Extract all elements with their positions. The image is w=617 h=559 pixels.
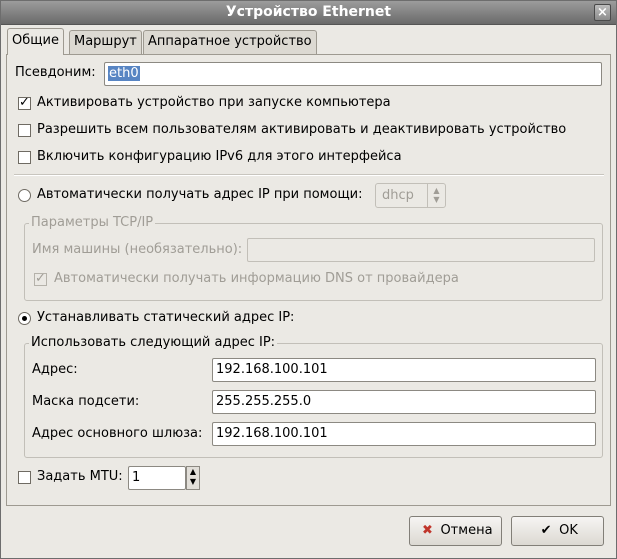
auto-ip-method-select[interactable]: dhcp ▲ ▼ (375, 183, 446, 208)
close-icon[interactable]: × (594, 4, 611, 21)
subnet-mask-input[interactable]: 255.255.255.0 (212, 390, 596, 414)
separator (14, 174, 604, 176)
address-value: 192.168.100.101 (216, 362, 328, 377)
tcp-ip-group (24, 223, 603, 301)
static-ip-group-title: Использовать следующий адрес IP: (29, 335, 278, 350)
allow-all-users-checkbox[interactable] (18, 124, 31, 137)
tab-hardware-device-label: Аппаратное устройство (148, 34, 312, 49)
cancel-button-label: Отмена (440, 523, 493, 538)
title-bar[interactable]: Устройство Ethernet × (1, 1, 616, 25)
allow-all-users-label[interactable]: Разрешить всем пользователям активироват… (37, 122, 566, 137)
tcp-ip-group-title: Параметры TCP/IP (29, 215, 156, 230)
tab-route-label: Маршрут (74, 34, 137, 49)
hostname-input[interactable] (247, 238, 595, 262)
activate-on-boot-label[interactable]: Активировать устройство при запуске комп… (37, 95, 391, 110)
mtu-spin-buttons[interactable]: ▲ ▼ (186, 466, 200, 490)
set-mtu-checkbox[interactable] (18, 471, 31, 484)
static-ip-radio[interactable] (18, 312, 31, 325)
mtu-spin-input[interactable]: 1 (128, 466, 186, 490)
subnet-mask-value: 255.255.255.0 (216, 394, 312, 409)
ok-button[interactable]: ✔ OK (511, 516, 604, 546)
auto-ip-radio[interactable] (18, 189, 31, 202)
hostname-label: Имя машины (необязательно): (32, 242, 243, 257)
spin-up-icon[interactable]: ▲ (190, 467, 196, 476)
auto-ip-label[interactable]: Автоматически получать адрес IP при помо… (37, 187, 363, 202)
tab-hardware-device[interactable]: Аппаратное устройство (143, 30, 317, 54)
address-input[interactable]: 192.168.100.101 (212, 358, 596, 382)
tab-route[interactable]: Маршрут (69, 30, 142, 54)
updown-arrows-icon: ▲ ▼ (427, 184, 445, 207)
gateway-label: Адрес основного шлюза: (32, 426, 203, 441)
enable-ipv6-label[interactable]: Включить конфигурацию IPv6 для этого инт… (37, 149, 402, 164)
activate-on-boot-checkbox[interactable] (18, 95, 31, 110)
enable-ipv6-checkbox[interactable] (18, 151, 31, 164)
auto-dns-checkbox[interactable] (34, 271, 47, 286)
tab-general[interactable]: Общие (7, 28, 64, 55)
nickname-input[interactable]: eth0 (104, 62, 602, 86)
tab-general-label: Общие (12, 33, 59, 48)
ethernet-device-dialog: Устройство Ethernet × Общие Маршрут Аппа… (0, 0, 617, 559)
gateway-input[interactable]: 192.168.100.101 (212, 422, 596, 446)
ok-button-label: OK (559, 523, 578, 538)
auto-ip-method-value: dhcp (382, 188, 414, 203)
cancel-button[interactable]: ✖ Отмена (409, 516, 502, 546)
window-title: Устройство Ethernet (225, 4, 392, 20)
gateway-value: 192.168.100.101 (216, 426, 328, 441)
cancel-icon: ✖ (422, 523, 433, 538)
nickname-label: Псевдоним: (15, 65, 96, 80)
nickname-value: eth0 (108, 66, 140, 81)
spin-down-icon[interactable]: ▼ (190, 477, 196, 486)
address-label: Адрес: (32, 362, 78, 377)
mtu-value: 1 (132, 470, 141, 485)
auto-dns-label[interactable]: Автоматически получать информацию DNS от… (54, 271, 459, 286)
static-ip-label[interactable]: Устанавливать статический адрес IP: (37, 310, 294, 325)
subnet-mask-label: Маска подсети: (32, 394, 140, 409)
ok-check-icon: ✔ (540, 523, 552, 538)
set-mtu-label[interactable]: Задать MTU: (37, 469, 123, 484)
